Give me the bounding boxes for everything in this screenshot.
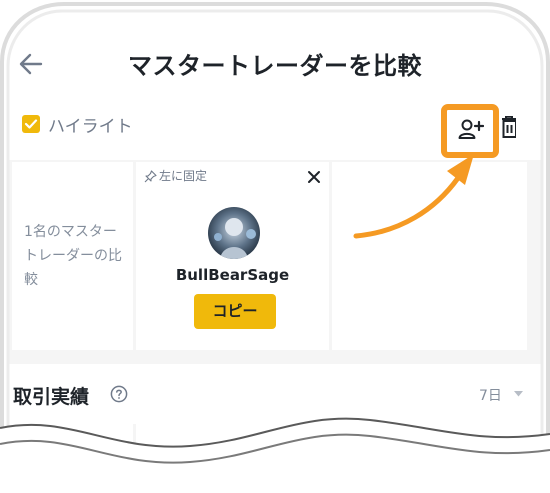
wavy-cutoff [0, 417, 550, 493]
phone-frame: マスタートレーダーを比較 ハイライト 1名のマスタートレーダーの比較 左に固定 … [0, 0, 550, 493]
